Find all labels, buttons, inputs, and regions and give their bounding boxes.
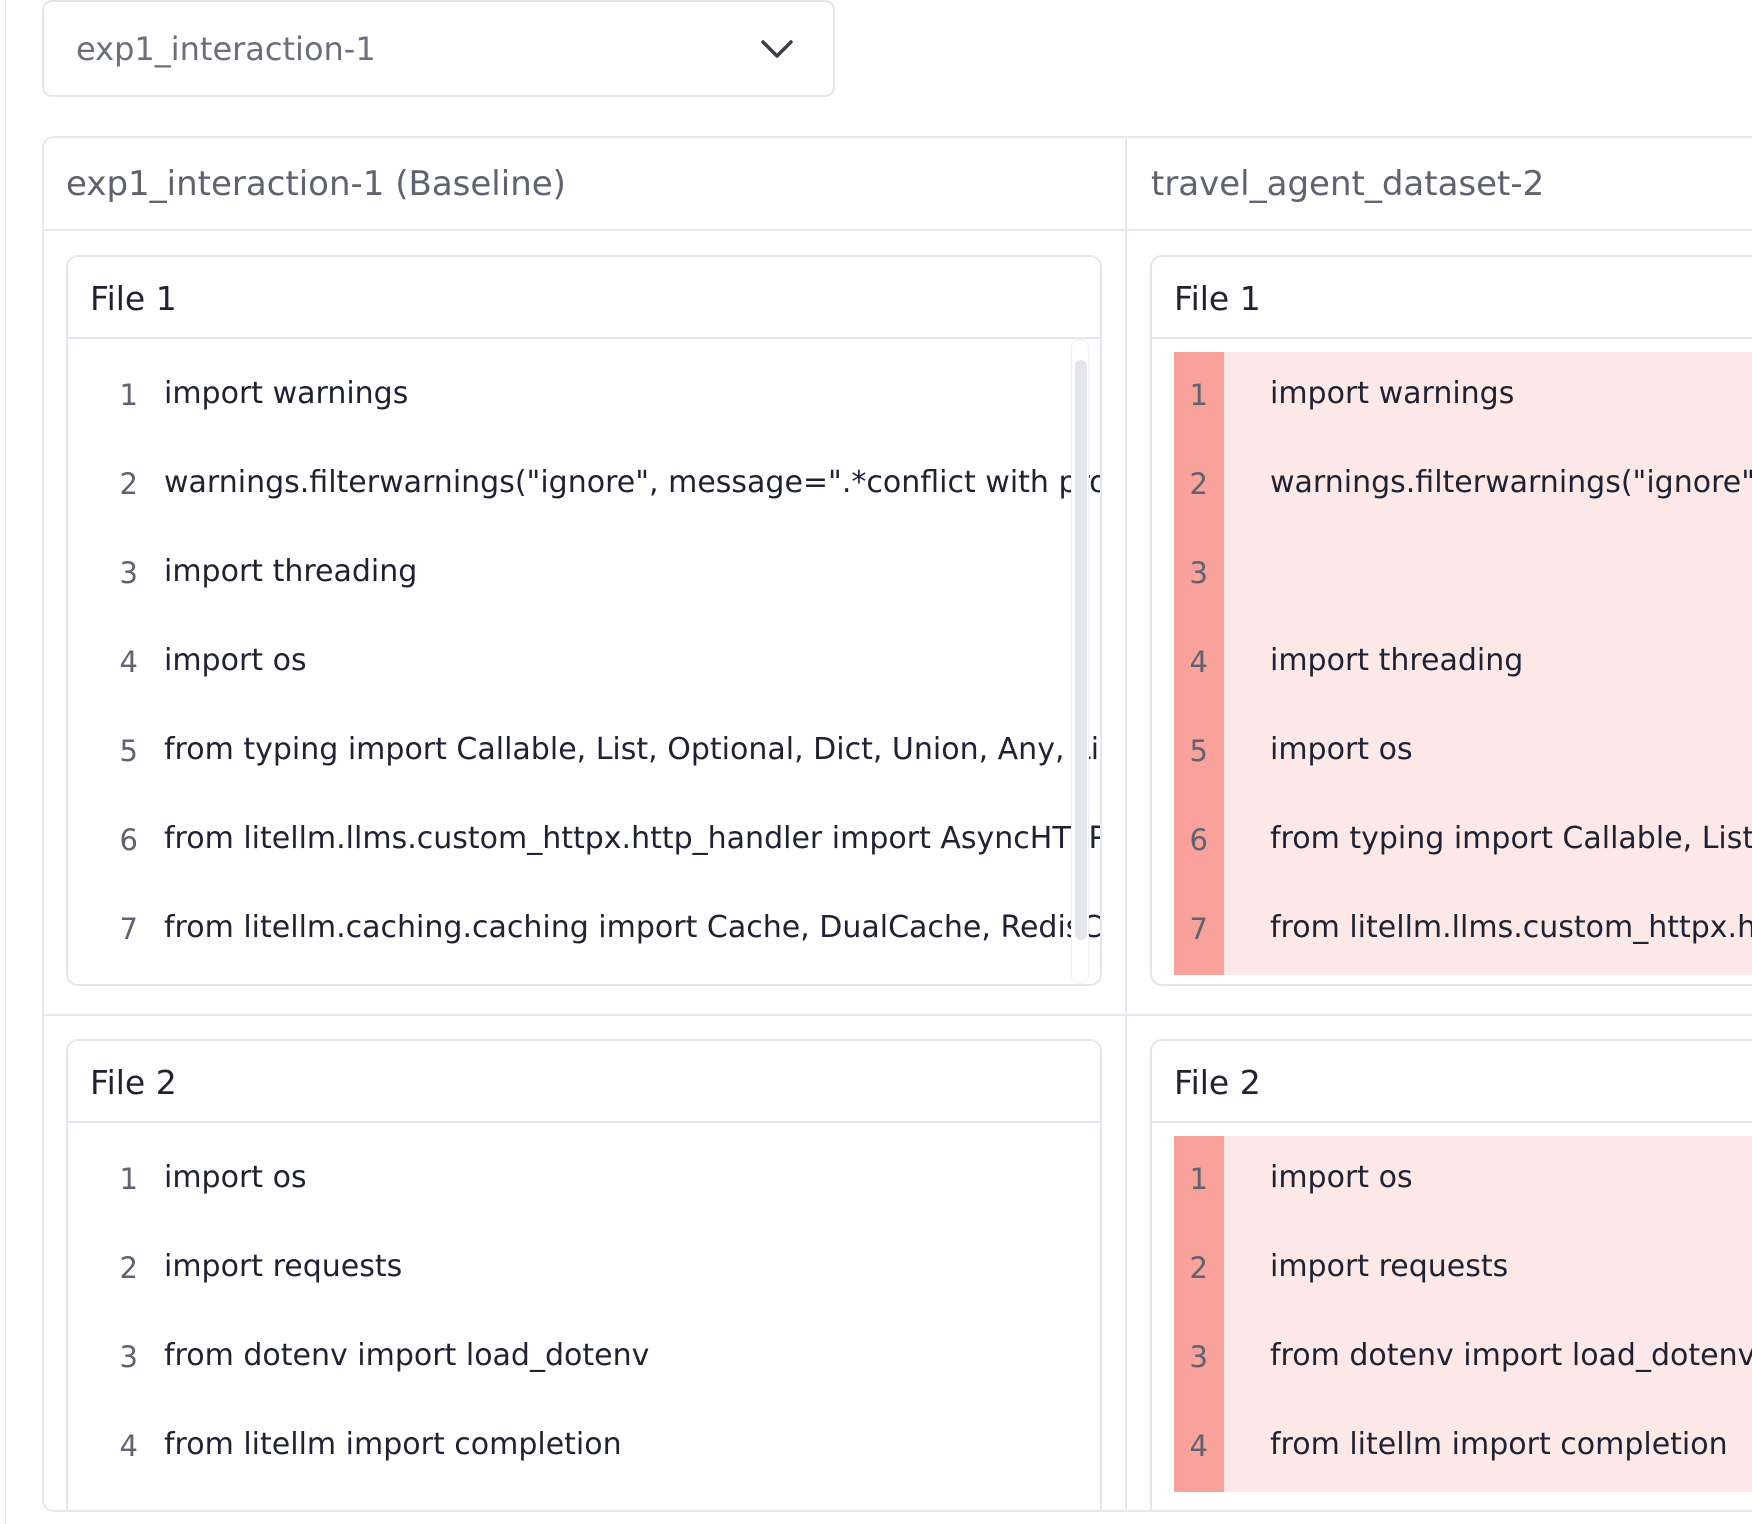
diff-line: 7 from litellm.llms.custom_httpx.http_han… bbox=[1174, 886, 1752, 975]
code-viewer[interactable]: 1 import os 2 import requests 3 from dotenv… bbox=[1152, 1123, 1752, 1510]
code-text: from litellm import completion bbox=[164, 1427, 622, 1462]
code-line: 4 import os bbox=[68, 619, 1100, 708]
code-text: import os bbox=[1270, 732, 1413, 767]
line-number: 5 bbox=[119, 734, 138, 768]
file-title: File 1 bbox=[1152, 257, 1752, 339]
column-divider bbox=[1125, 138, 1127, 1510]
code-text: import threading bbox=[164, 554, 418, 589]
diff-line: 4 from litellm import completion bbox=[1174, 1403, 1752, 1492]
code-text: import os bbox=[164, 643, 307, 678]
baseline-file2-card: File 2 1 import os 2 import requests 3 from… bbox=[66, 1039, 1102, 1510]
diff-line: 1 import os bbox=[1174, 1136, 1752, 1225]
line-number: 4 bbox=[119, 645, 138, 679]
code-viewer[interactable]: 1 import os 2 import requests 3 from dotenv… bbox=[68, 1123, 1100, 1510]
line-number: 3 bbox=[1189, 1340, 1208, 1374]
diff-line: 6 from typing import Callable, List, Opti… bbox=[1174, 797, 1752, 886]
code-text: from litellm.caching.caching import Cach… bbox=[164, 910, 1102, 945]
code-line: 3 from dotenv import load_dotenv bbox=[68, 1314, 1100, 1403]
code-text: from litellm.llms.custom_httpx.http_hand… bbox=[1270, 910, 1752, 945]
file-title: File 2 bbox=[1152, 1041, 1752, 1123]
code-text: import warnings bbox=[164, 376, 409, 411]
diff-line: 2 import requests bbox=[1174, 1225, 1752, 1314]
code-line: 7 from litellm.caching.caching import Cac… bbox=[68, 886, 1100, 975]
diff-line: 3 bbox=[1174, 530, 1752, 619]
diff-line: 4 import threading bbox=[1174, 619, 1752, 708]
code-text: warnings.filterwarnings("ignore", messag… bbox=[164, 465, 1102, 500]
code-text: from dotenv import load_dotenv bbox=[1270, 1338, 1752, 1373]
code-line: 3 import threading bbox=[68, 530, 1100, 619]
code-text: from litellm import completion bbox=[1270, 1427, 1728, 1462]
code-line: 2 import requests bbox=[68, 1225, 1100, 1314]
diff-line: 2 warnings.filterwarnings("ignore", messa… bbox=[1174, 441, 1752, 530]
line-number: 2 bbox=[1189, 467, 1208, 501]
diff-line: 1 import warnings bbox=[1174, 352, 1752, 441]
line-number: 3 bbox=[119, 1340, 138, 1374]
code-text: import warnings bbox=[1270, 376, 1515, 411]
file-title: File 2 bbox=[68, 1041, 1100, 1123]
line-number: 7 bbox=[1189, 912, 1208, 946]
line-number: 2 bbox=[119, 467, 138, 501]
row-divider bbox=[44, 1014, 1752, 1016]
diff-line: 3 from dotenv import load_dotenv bbox=[1174, 1314, 1752, 1403]
code-text: from dotenv import load_dotenv bbox=[164, 1338, 650, 1373]
left-rail bbox=[0, 0, 6, 1524]
code-text: from typing import Callable, List, Optio… bbox=[1270, 821, 1752, 856]
scrollbar-thumb[interactable] bbox=[1075, 360, 1087, 940]
line-number: 5 bbox=[1189, 734, 1208, 768]
line-number: 2 bbox=[119, 1251, 138, 1285]
chevron-down-icon[interactable] bbox=[757, 35, 797, 63]
code-line: 1 import warnings bbox=[68, 352, 1100, 441]
code-text: from typing import Callable, List, Optio… bbox=[164, 732, 1102, 767]
compare-column-title: travel_agent_dataset-2 bbox=[1151, 164, 1545, 204]
compare-file2-card: File 2 1 import os 2 import requests 3 from… bbox=[1150, 1039, 1752, 1510]
line-number: 7 bbox=[119, 912, 138, 946]
line-number: 1 bbox=[1189, 378, 1208, 412]
line-number: 3 bbox=[1189, 556, 1208, 590]
code-line: 6 from litellm.llms.custom_httpx.http_han… bbox=[68, 797, 1100, 886]
line-number: 1 bbox=[119, 378, 138, 412]
code-viewer[interactable]: 1 import warnings 2 warnings.filterwarning… bbox=[1152, 339, 1752, 984]
file-title: File 1 bbox=[68, 257, 1100, 339]
line-number: 4 bbox=[1189, 1429, 1208, 1463]
line-number: 1 bbox=[119, 1162, 138, 1196]
compare-file1-card: File 1 1 import warnings 2 warnings.filter… bbox=[1150, 255, 1752, 986]
diff-line: 5 import os bbox=[1174, 708, 1752, 797]
code-line: 4 from litellm import completion bbox=[68, 1403, 1100, 1492]
line-number: 4 bbox=[1189, 645, 1208, 679]
experiment-select[interactable]: exp1_interaction-1 bbox=[42, 0, 835, 97]
code-text: from litellm.llms.custom_httpx.http_hand… bbox=[164, 821, 1102, 856]
line-number: 6 bbox=[1189, 823, 1208, 857]
baseline-column-title: exp1_interaction-1 (Baseline) bbox=[66, 164, 566, 204]
comparison-table: exp1_interaction-1 (Baseline) travel_age… bbox=[42, 136, 1752, 1512]
line-number: 1 bbox=[1189, 1162, 1208, 1196]
line-number: 6 bbox=[119, 823, 138, 857]
code-line: 1 import os bbox=[68, 1136, 1100, 1225]
code-text: import threading bbox=[1270, 643, 1524, 678]
line-number: 3 bbox=[119, 556, 138, 590]
code-text: warnings.filterwarnings("ignore", messag… bbox=[1270, 465, 1752, 500]
code-text: import os bbox=[1270, 1160, 1413, 1195]
experiment-select-value: exp1_interaction-1 bbox=[76, 30, 376, 68]
line-number: 4 bbox=[119, 1429, 138, 1463]
baseline-file1-card: File 1 1 import warnings 2 warnings.filter… bbox=[66, 255, 1102, 986]
table-header-row: exp1_interaction-1 (Baseline) travel_age… bbox=[44, 138, 1752, 231]
code-line: 2 warnings.filterwarnings("ignore", messa… bbox=[68, 441, 1100, 530]
code-line: 5 from typing import Callable, List, Opti… bbox=[68, 708, 1100, 797]
line-number: 2 bbox=[1189, 1251, 1208, 1285]
scrollbar-track[interactable] bbox=[1071, 339, 1089, 984]
code-text: import os bbox=[164, 1160, 307, 1195]
code-text: import requests bbox=[164, 1249, 403, 1284]
code-viewer[interactable]: 1 import warnings 2 warnings.filterwarning… bbox=[68, 339, 1100, 984]
code-text: import requests bbox=[1270, 1249, 1509, 1284]
